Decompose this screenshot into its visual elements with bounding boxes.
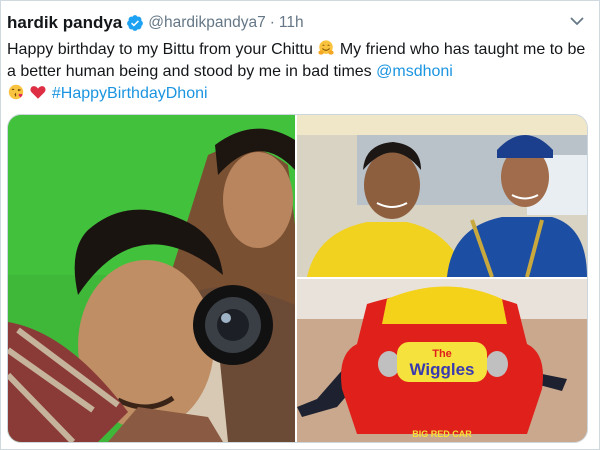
photo-wiggles-car[interactable]: The Wiggles BIG RED CAR — [297, 279, 587, 442]
hashtag-link[interactable]: #HappyBirthdayDhoni — [52, 85, 208, 102]
car-logo-line2: Wiggles — [409, 360, 474, 379]
hugging-face-icon — [318, 40, 335, 55]
red-heart-icon — [30, 86, 46, 99]
tweet-header: hardik pandya @hardikpandya7 · 11h — [7, 12, 304, 34]
photo-players[interactable] — [297, 115, 587, 277]
separator-dot: · — [269, 14, 275, 31]
author-handle[interactable]: @hardikpandya7 — [148, 14, 265, 32]
photo-players-image — [297, 115, 587, 277]
car-logo-line1: The — [432, 348, 452, 360]
chevron-down-icon[interactable] — [569, 13, 585, 29]
author-name[interactable]: hardik pandya — [7, 13, 122, 33]
media-grid: The Wiggles BIG RED CAR — [7, 114, 588, 443]
photo-wiggles-car-image: The Wiggles BIG RED CAR — [297, 279, 587, 442]
photo-selfie-image — [8, 115, 295, 442]
photo-selfie[interactable] — [8, 115, 295, 442]
tweet-text-part1: Happy birthday to my Bittu from your Chi… — [7, 41, 313, 58]
car-plate-text: BIG RED CAR — [412, 429, 472, 439]
kissing-face-icon — [8, 84, 24, 100]
tweet-card: hardik pandya @hardikpandya7 · 11h Happy… — [0, 0, 600, 450]
mention-link[interactable]: @msdhoni — [376, 63, 453, 80]
verified-badge-icon — [127, 15, 144, 31]
tweet-timestamp[interactable]: 11h — [279, 14, 304, 32]
tweet-text: Happy birthday to my Bittu from your Chi… — [7, 39, 592, 105]
